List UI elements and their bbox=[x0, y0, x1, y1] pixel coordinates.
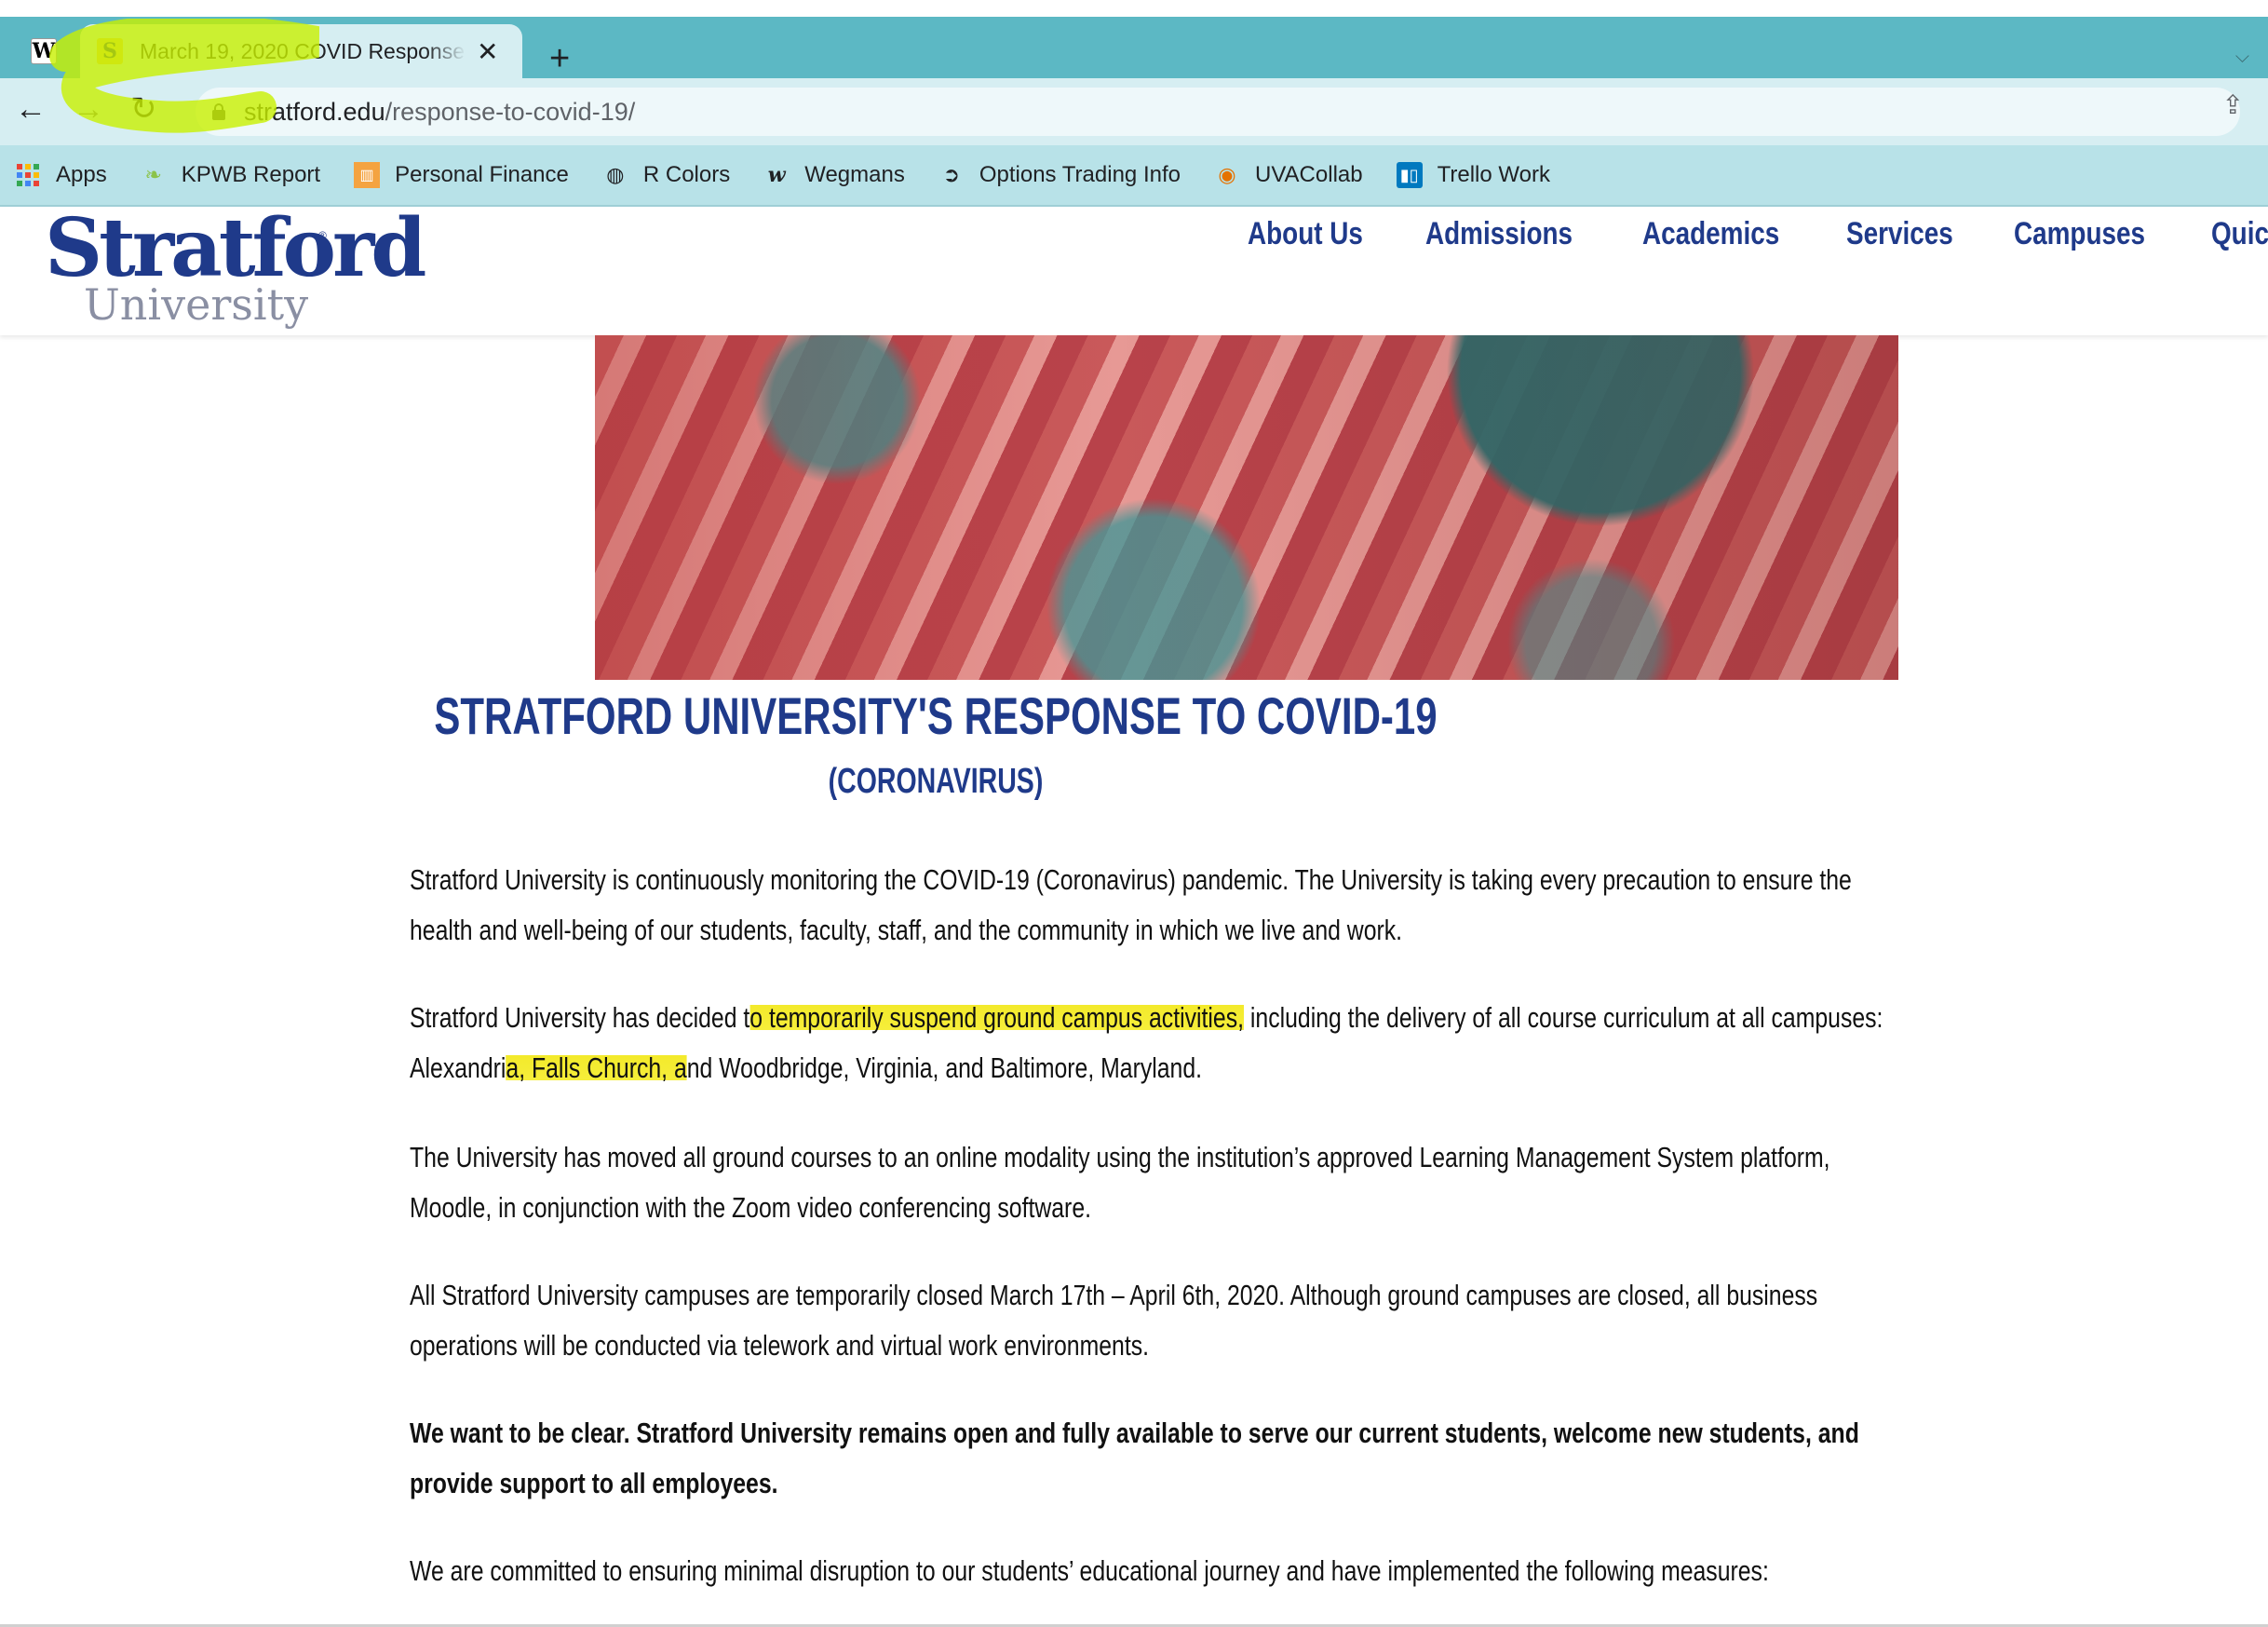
globe-icon: ◍ bbox=[606, 163, 625, 186]
tab-title: March 19, 2020 COVID Response bbox=[140, 38, 466, 63]
chart-icon: ▥ bbox=[354, 162, 381, 188]
site-nav: About Us Admissions Academics Services C… bbox=[1248, 216, 2268, 252]
bookmarks-bar: Apps ❧ KPWB Report ▥ Personal Finance ◍ … bbox=[0, 145, 2268, 207]
tab-active[interactable]: S March 19, 2020 COVID Response ✕ bbox=[80, 24, 522, 78]
lock-icon[interactable] bbox=[212, 103, 225, 120]
bookmark-uvacollab[interactable]: ◉ UVACollab bbox=[1214, 162, 1363, 188]
leaf-icon: ❧ bbox=[144, 163, 162, 186]
swirl-icon: ➲ bbox=[942, 163, 961, 186]
bookmark-label: R Colors bbox=[642, 162, 731, 187]
browser-toolbar: ← → ↻ stratford.edu/response-to-covid-19… bbox=[0, 78, 2268, 145]
coronavirus-hero-image bbox=[595, 335, 1898, 680]
bookmark-label: Options Trading Info bbox=[979, 162, 1181, 187]
paragraph-monitoring: Stratford University is continuously mon… bbox=[410, 863, 1852, 946]
stratford-favicon-icon: S bbox=[97, 38, 123, 64]
nav-quick-links[interactable]: Quick Links bbox=[2211, 216, 2268, 252]
paragraph-measures-intro: We are committed to ensuring minimal dis… bbox=[410, 1554, 1769, 1587]
bookmark-options-trading-info[interactable]: ➲ Options Trading Info bbox=[938, 162, 1181, 188]
bookmark-label: Wegmans bbox=[804, 162, 905, 187]
nav-services[interactable]: Services bbox=[1846, 216, 1953, 252]
page-title: STRATFORD UNIVERSITY'S RESPONSE TO COVID… bbox=[434, 686, 1438, 745]
paragraph-campus-closure: All Stratford University campuses are te… bbox=[410, 1279, 1818, 1362]
paragraph-remains-open: We want to be clear. Stratford Universit… bbox=[410, 1417, 1859, 1499]
uva-icon: ◉ bbox=[1218, 163, 1236, 186]
trello-icon: ▮▯ bbox=[1396, 162, 1423, 188]
reload-icon[interactable]: ↻ bbox=[130, 93, 157, 125]
bookmark-label: Trello Work bbox=[1437, 162, 1550, 187]
share-icon[interactable]: ⇪ bbox=[2222, 89, 2244, 120]
wikipedia-favicon-icon: W bbox=[31, 38, 57, 64]
address-bar[interactable]: stratford.edu/response-to-covid-19/ bbox=[196, 88, 2240, 136]
url-path: /response-to-covid-19/ bbox=[385, 97, 636, 126]
page-subtitle: (CORONAVIRUS) bbox=[828, 762, 1044, 801]
site-header: Stratford ® University About Us Admissio… bbox=[0, 207, 2268, 335]
bookmark-label: Apps bbox=[56, 162, 107, 187]
highlighted-text: o temporarily suspend ground campus acti… bbox=[749, 1001, 1244, 1034]
bookmark-personal-finance[interactable]: ▥ Personal Finance bbox=[354, 162, 569, 188]
nav-campuses[interactable]: Campuses bbox=[2014, 216, 2145, 252]
bookmark-label: UVACollab bbox=[1254, 162, 1363, 187]
window-top-edge bbox=[0, 0, 2268, 17]
bookmark-label: KPWB Report bbox=[181, 162, 321, 187]
tab-search-chevron-icon[interactable]: ⌵ bbox=[2235, 47, 2249, 68]
new-tab-button[interactable]: + bbox=[549, 41, 570, 76]
tab-close-icon[interactable]: ✕ bbox=[477, 36, 498, 67]
bookmark-r-colors[interactable]: ◍ R Colors bbox=[602, 162, 730, 188]
tab-strip: W S March 19, 2020 COVID Response ✕ + ⌵ bbox=[0, 17, 2268, 78]
forward-arrow-icon[interactable]: → bbox=[73, 93, 104, 125]
text-segment: nd Woodbridge, Virginia, and Baltimore, … bbox=[686, 1051, 1203, 1084]
paragraph-online-modality: The University has moved all ground cour… bbox=[410, 1141, 1830, 1224]
bookmark-kpwb-report[interactable]: ❧ KPWB Report bbox=[141, 162, 320, 188]
text-segment: Stratford University has decided t bbox=[410, 1001, 750, 1034]
logo-wordmark: Stratford bbox=[45, 201, 426, 295]
bookmark-trello-work[interactable]: ▮▯ Trello Work bbox=[1396, 162, 1550, 188]
paragraph-suspend-activities: Stratford University has decided to temp… bbox=[410, 993, 1899, 1093]
bookmark-label: Personal Finance bbox=[395, 162, 569, 187]
nav-admissions[interactable]: Admissions bbox=[1425, 216, 1573, 252]
logo-subtitle: University bbox=[84, 279, 309, 330]
nav-about-us[interactable]: About Us bbox=[1248, 216, 1363, 252]
logo-registered-mark: ® bbox=[318, 229, 327, 242]
stratford-logo[interactable]: Stratford ® University bbox=[45, 209, 426, 330]
url-domain: stratford.edu bbox=[244, 97, 385, 126]
back-arrow-icon[interactable]: ← bbox=[15, 93, 47, 125]
bookmark-apps[interactable]: Apps bbox=[15, 162, 107, 188]
bookmark-wegmans[interactable]: w Wegmans bbox=[763, 162, 905, 188]
nav-academics[interactable]: Academics bbox=[1642, 216, 1779, 252]
tab-wikipedia[interactable]: W bbox=[13, 24, 74, 78]
highlighted-text: a, Falls Church, a bbox=[506, 1051, 687, 1084]
url-text: stratford.edu/response-to-covid-19/ bbox=[244, 98, 635, 127]
apps-grid-icon bbox=[15, 162, 41, 188]
w-icon: w bbox=[767, 163, 786, 187]
